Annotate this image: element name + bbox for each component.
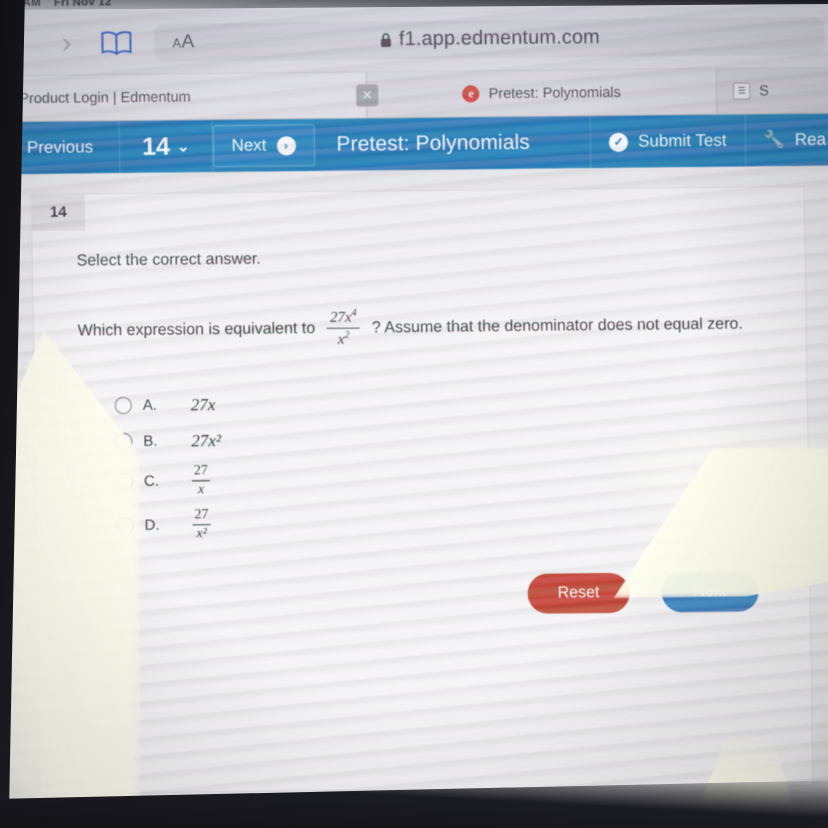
browser-tab-pretest-polynomials[interactable]: e Pretest: Polynomials [366,68,718,118]
tablet-screen: 9:25 AM Fri Nov 12 ‹ › AA f1.app.edmentu… [0,0,828,828]
tab-label: S [759,82,770,99]
previous-button[interactable]: ‹ Previous [0,121,121,175]
next-label: Next [231,135,267,155]
book-icon[interactable] [90,29,142,56]
lock-icon [380,32,391,47]
forward-chevron-glyph: › [61,26,72,60]
reading-tools-button[interactable]: 🔧 Rea [745,113,828,166]
reset-button[interactable]: Reset [527,572,630,614]
url-display: f1.app.edmentum.com [379,26,600,51]
next-arrow-icon: › [276,135,296,155]
chevron-down-icon: ⌄ [176,138,190,156]
option-denominator: x [197,481,205,497]
address-bar[interactable]: AA f1.app.edmentum.com [154,16,825,62]
fraction-numerator: 27x4 [326,307,360,330]
radio-button-d[interactable] [116,516,134,535]
edmentum-favicon: e [462,85,480,103]
answer-options-list: A. 27x B. 27x² C. 27 x D. 27 x² [79,380,809,548]
browser-tab-product-login[interactable]: e Product Login | Edmentum ✕ [0,72,379,122]
option-numerator: 27 [191,463,210,481]
option-value-fraction: 27 x² [192,507,211,542]
url-text: f1.app.edmentum.com [398,26,601,51]
option-letter: D. [144,516,160,534]
current-question-number: 14 [141,132,171,161]
option-numerator: 27 [192,507,211,525]
option-letter: B. [143,432,158,450]
document-favicon: ☰ [733,82,751,100]
answer-option-d[interactable]: D. 27 x² [116,496,809,547]
test-navigation-bar: ‹ Previous 14 ⌄ Next › Pretest: Polynomi… [0,113,828,175]
back-icon[interactable]: ‹ [0,21,43,65]
fraction-denominator: x2 [337,329,350,349]
back-chevron-glyph: ‹ [13,26,24,60]
next-question-button[interactable]: Next › [212,124,315,168]
text-size-icon[interactable]: AA [172,31,195,53]
option-denominator: x² [196,525,208,541]
test-title-text: Pretest: Polynomials [336,130,531,156]
previous-label: Previous [26,137,94,158]
question-prompt: Select the correct answer. [76,250,261,270]
option-letter: A. [142,396,158,414]
tab-label: Product Login | Edmentum [19,88,191,107]
tab-close-icon[interactable]: ✕ [356,83,379,107]
answer-option-c[interactable]: C. 27 x [115,452,809,503]
radio-button-a[interactable] [114,396,132,415]
photo-of-tablet-screen: 9:25 AM Fri Nov 12 ‹ › AA f1.app.edmentu… [0,0,828,828]
page-background: 14 Select the correct answer. Which expr… [0,165,828,828]
browser-tab-third[interactable]: ☰ S [716,67,828,114]
reading-tools-label: Rea [794,129,827,150]
option-value-fraction: 27 x [191,463,211,498]
edmentum-favicon: e [0,90,11,108]
next-button[interactable]: Next [661,570,759,612]
status-bar-date: Fri Nov 12 [53,0,112,9]
check-circle-icon: ✓ [608,132,629,152]
question-number-badge: 14 [31,194,85,232]
submit-test-button[interactable]: ✓ Submit Test [590,114,746,169]
status-bar-time: 9:25 AM [0,0,41,10]
option-letter: C. [143,472,160,490]
radio-button-b[interactable] [115,432,133,451]
question-body: Select the correct answer. Which express… [32,223,810,619]
option-value: 27x [190,394,216,414]
tab-label: Pretest: Polynomials [488,84,621,102]
question-card: 14 Select the correct answer. Which expr… [30,185,814,794]
question-fraction: 27x4 x2 [326,307,360,350]
question-statement: Which expression is equivalent to 27x4 x… [77,303,806,352]
browser-toolbar: ‹ › AA f1.app.edmentum.com [0,3,828,77]
option-value: 27x² [191,430,222,450]
submit-test-label: Submit Test [637,130,727,151]
question-number-dropdown[interactable]: 14 ⌄ [119,120,213,174]
radio-button-c[interactable] [115,472,134,491]
forward-icon[interactable]: › [42,21,91,65]
previous-arrow-icon: ‹ [0,138,18,158]
wrench-icon: 🔧 [763,130,785,150]
question-text-before: Which expression is equivalent to [77,319,316,340]
question-text-after: ? Assume that the denominator does not e… [371,315,743,337]
action-buttons: Reset Next [81,570,810,618]
test-title: Pretest: Polynomials [314,116,592,172]
